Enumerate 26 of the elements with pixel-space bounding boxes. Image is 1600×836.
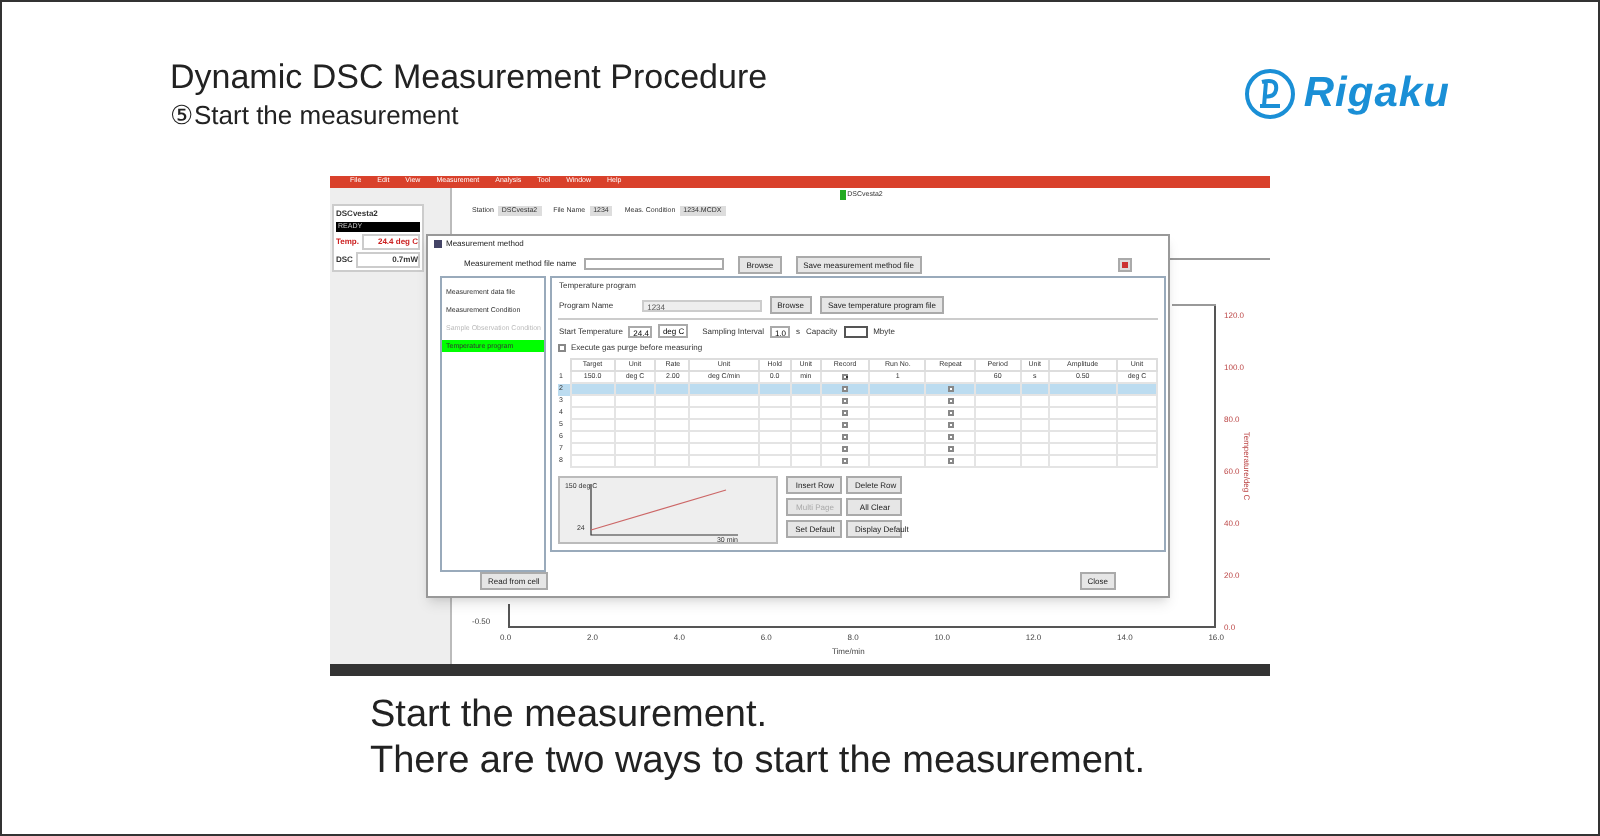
checkbox[interactable]: [558, 344, 567, 352]
logo-icon: [1243, 67, 1296, 120]
slide-subtitle: ⑤Start the measurement: [170, 98, 461, 132]
checkbox[interactable]: [842, 409, 849, 416]
checkbox[interactable]: [947, 445, 954, 452]
slide-title: Dynamic DSC Measurement Procedure: [170, 58, 768, 98]
checkbox[interactable]: [842, 397, 849, 404]
checkbox[interactable]: [947, 409, 954, 416]
checkbox[interactable]: [947, 433, 954, 440]
checkbox[interactable]: [947, 421, 954, 428]
input-field[interactable]: [843, 325, 868, 337]
checkbox[interactable]: [947, 385, 954, 392]
window-icon: [434, 240, 442, 248]
checkbox[interactable]: [842, 457, 849, 464]
checkbox[interactable]: [842, 445, 849, 452]
caption-text: Start the measurement.: [370, 692, 770, 738]
input-field[interactable]: [584, 258, 725, 270]
caption-text: There are two ways to start the measurement.: [370, 738, 1148, 784]
checkbox[interactable]: [842, 373, 849, 380]
checkbox[interactable]: [947, 457, 954, 464]
logo-text: Rigaku: [1303, 68, 1450, 120]
checkbox[interactable]: [947, 397, 954, 404]
checkbox[interactable]: [842, 433, 849, 440]
checkbox[interactable]: [842, 421, 849, 428]
checkbox[interactable]: [842, 385, 849, 392]
export-icon[interactable]: [1118, 257, 1132, 271]
